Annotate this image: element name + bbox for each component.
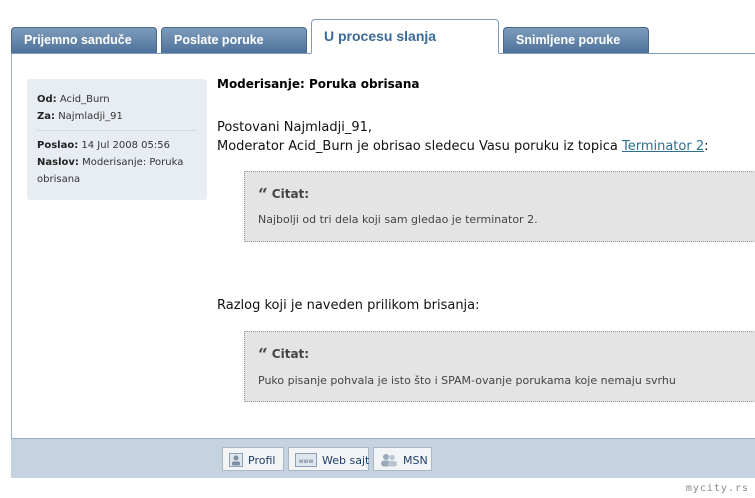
tab-outbox[interactable]: U procesu slanja — [311, 19, 499, 54]
sent-row: Poslao: 14 Jul 2008 05:56 — [37, 137, 197, 154]
quote-block-reason: “Citat: Puko pisanje pohvala je isto što… — [244, 331, 755, 402]
www-icon: www — [295, 453, 317, 470]
tab-inbox[interactable]: Prijemno sanduče — [11, 27, 157, 53]
to-row: Za: Najmladji_91 — [37, 108, 197, 125]
bottom-strip — [0, 478, 755, 498]
reason-line: Razlog koji je naveden prilikom brisanja… — [217, 298, 480, 313]
website-button-label: Web sajt — [322, 454, 370, 467]
profile-icon — [229, 453, 243, 470]
msn-icon — [380, 453, 398, 470]
message-info-box: Od: Acid_Burn Za: Najmladji_91 Poslao: 1… — [27, 79, 207, 200]
tab-saved[interactable]: Snimljene poruke — [503, 27, 649, 53]
profile-button[interactable]: Profil — [222, 447, 284, 471]
topic-link[interactable]: Terminator 2 — [622, 139, 704, 154]
quote-text: Najbolji od tri dela koji sam gledao je … — [258, 213, 538, 226]
quote-header: “Citat: — [258, 185, 309, 205]
quote-header-label: Citat: — [271, 347, 310, 361]
divider — [37, 130, 197, 131]
sent-value: 14 Jul 2008 05:56 — [81, 140, 170, 151]
greeting-text: Postovani Najmladji_91, — [217, 120, 372, 135]
msn-button[interactable]: MSN — [373, 447, 432, 471]
quote-text: Puko pisanje pohvala je isto što i SPAM-… — [258, 374, 676, 387]
to-value: Najmladji_91 — [58, 111, 123, 122]
moderation-prefix: Moderator Acid_Burn je obrisao sledecu V… — [217, 139, 622, 154]
from-row: Od: Acid_Burn — [37, 91, 197, 108]
quote-block-post: “Citat: Najbolji od tri dela koji sam gl… — [244, 171, 755, 242]
tab-bar: Prijemno sanduče Poslate poruke U proces… — [0, 0, 755, 54]
tab-sent[interactable]: Poslate poruke — [161, 27, 307, 53]
from-label: Od: — [37, 94, 57, 105]
to-label: Za: — [37, 111, 55, 122]
message-subject: Moderisanje: Poruka obrisana — [217, 77, 420, 91]
title-row: Naslov: Moderisanje: Poruka obrisana — [37, 154, 197, 188]
msn-button-label: MSN — [403, 454, 428, 467]
from-value: Acid_Burn — [59, 94, 110, 105]
svg-text:www: www — [299, 458, 314, 465]
quote-header: “Citat: — [258, 345, 309, 365]
moderation-suffix: : — [704, 139, 709, 154]
quote-mark-icon: “ — [258, 185, 268, 205]
quote-header-label: Citat: — [271, 187, 310, 201]
moderation-line: Moderator Acid_Burn je obrisao sledecu V… — [217, 137, 709, 156]
sent-label: Poslao: — [37, 140, 79, 151]
website-button[interactable]: www Web sajt — [288, 447, 369, 471]
profile-button-label: Profil — [248, 454, 276, 467]
quote-mark-icon: “ — [258, 345, 268, 365]
site-watermark: mycity.rs — [685, 483, 749, 494]
title-label: Naslov: — [37, 157, 79, 168]
message-body: Postovani Najmladji_91, Moderator Acid_B… — [217, 118, 709, 156]
